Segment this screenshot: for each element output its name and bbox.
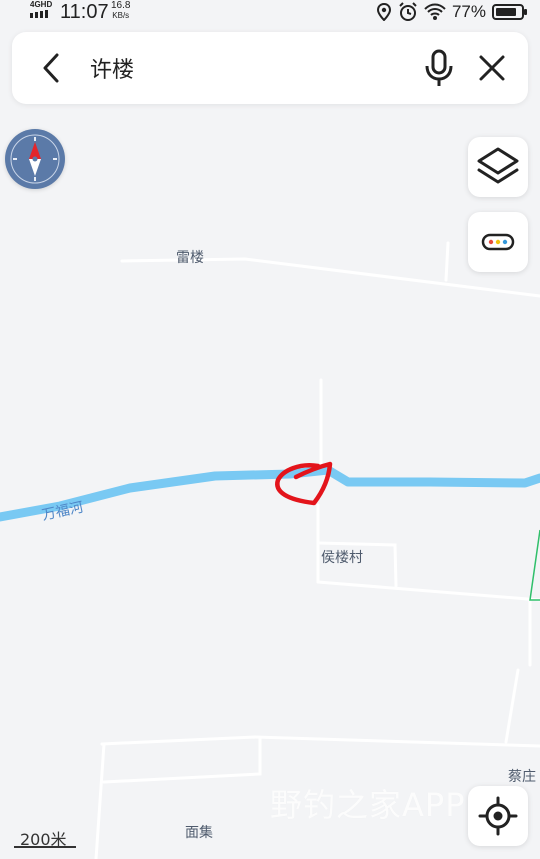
more-button[interactable]: [468, 212, 528, 272]
status-time: 11:07: [60, 1, 109, 23]
compass-icon: [10, 134, 60, 184]
battery-icon: [492, 4, 527, 20]
road-north-east-branch: [444, 241, 450, 282]
compass-button[interactable]: [5, 129, 65, 189]
map-canvas[interactable]: [0, 0, 540, 859]
village-label-east[interactable]: 蔡庄: [508, 766, 536, 786]
network-speed: 16.8 KB/s: [111, 1, 130, 21]
locate-button[interactable]: [468, 786, 528, 846]
more-dots-icon: [481, 233, 515, 251]
microphone-icon[interactable]: [422, 48, 456, 88]
village-label-south[interactable]: 面集: [185, 822, 213, 842]
alarm-icon: [399, 2, 417, 21]
status-right: 77%: [376, 2, 528, 22]
location-icon: [376, 3, 391, 21]
map-scale: 200米: [14, 826, 76, 849]
village-label-north[interactable]: 雷楼: [176, 247, 204, 267]
layers-button[interactable]: [468, 137, 528, 197]
signal-icon: [30, 10, 48, 18]
network-type: 4GHD: [30, 0, 53, 9]
locate-icon: [478, 796, 518, 836]
village-label-center[interactable]: 侯楼村: [321, 547, 363, 567]
speed-unit: KB/s: [112, 11, 130, 20]
watermark: 野钓之家APP: [270, 786, 466, 824]
search-input[interactable]: 许楼: [90, 52, 134, 84]
battery-percent: 77%: [451, 2, 486, 21]
wifi-icon: [424, 3, 446, 20]
layers-icon: [477, 147, 519, 184]
speed-value: 16.8: [111, 0, 131, 11]
status-bar: 4GHD 11:07 16.8 KB/s 77%: [0, 0, 540, 26]
back-arrow-icon[interactable]: [34, 50, 70, 86]
scale-bar: [14, 846, 76, 848]
search-bar[interactable]: 许楼: [12, 32, 528, 104]
close-icon[interactable]: [474, 50, 510, 86]
